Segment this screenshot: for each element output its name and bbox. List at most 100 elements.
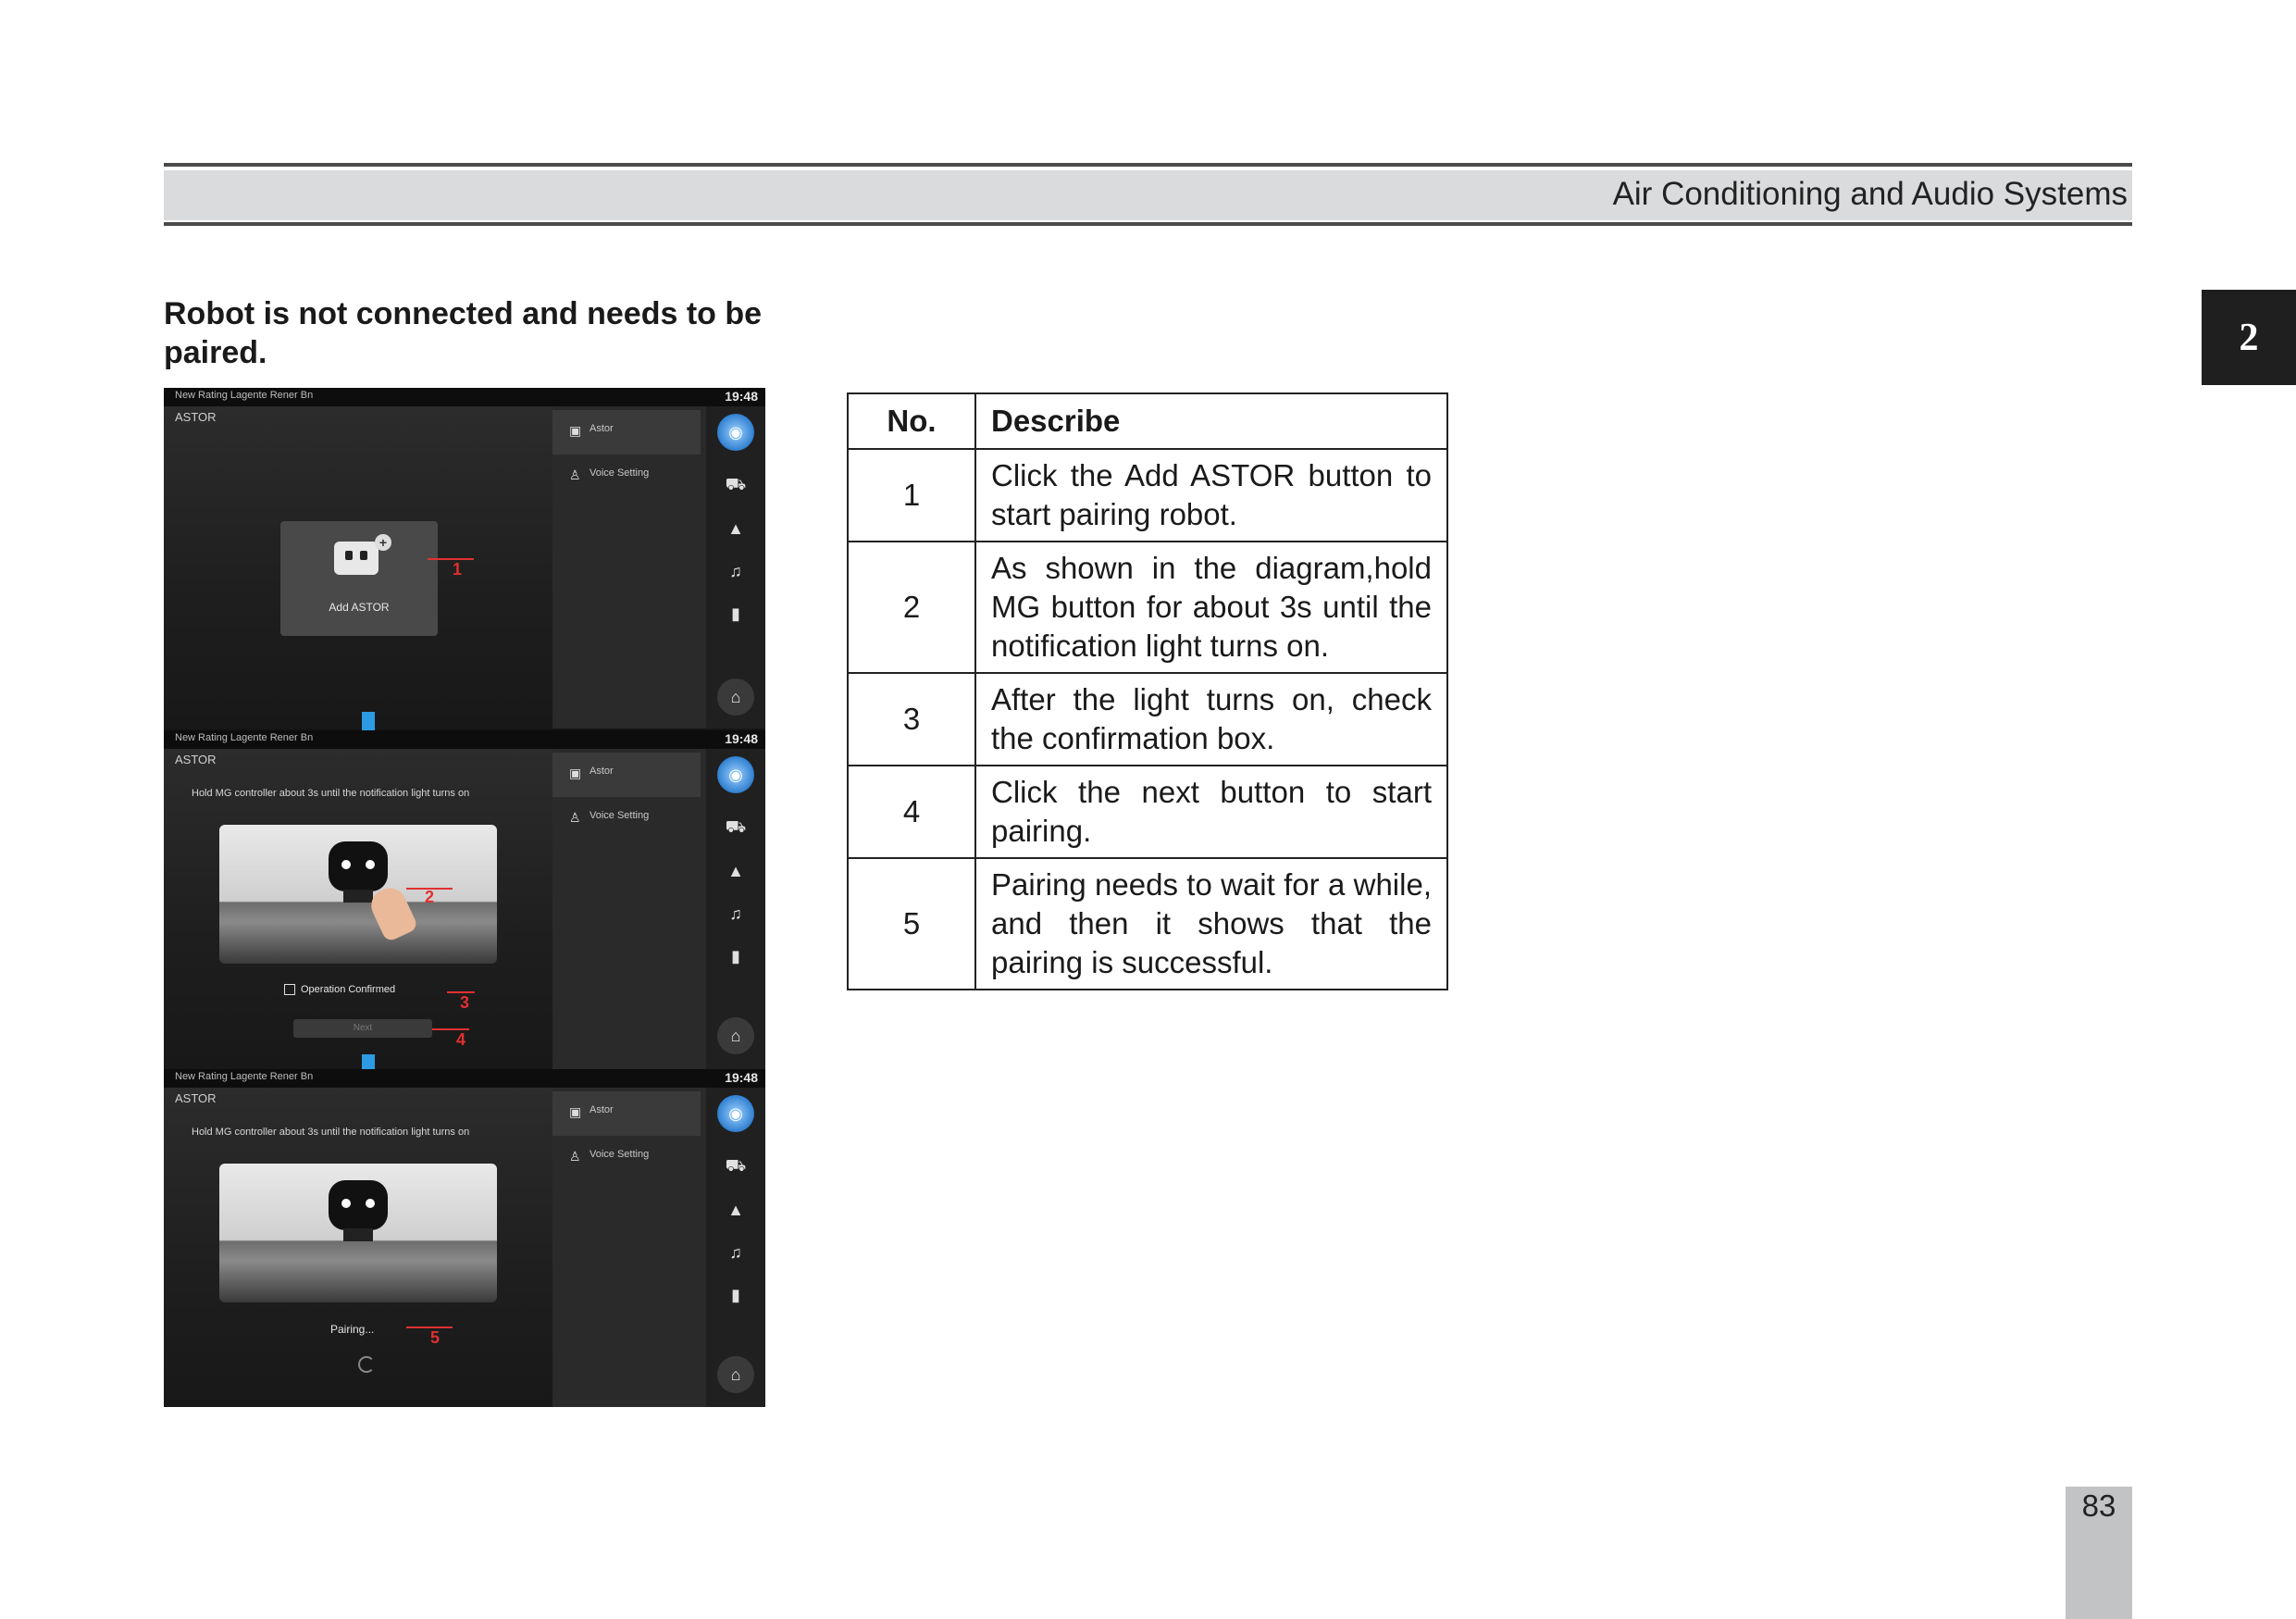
menu-item-voice-setting[interactable]: ♙ Voice Setting xyxy=(552,797,701,841)
status-text: New Rating Lagente Rener Bn xyxy=(175,732,314,743)
robot-image xyxy=(329,1180,388,1230)
column-header-no: No. xyxy=(847,392,976,450)
navigation-icon[interactable]: ▲ xyxy=(717,1191,754,1228)
menu-item-label: Voice Setting xyxy=(590,467,650,479)
table-row: 3 After the light turns on, check the co… xyxy=(847,672,1448,766)
step-description: Click the next button to start pairing. xyxy=(974,765,1448,859)
table-row: 1 Click the Add ASTOR button to start pa… xyxy=(847,448,1448,542)
next-button[interactable]: Next xyxy=(293,1019,432,1038)
table-row: 5 Pairing needs to wait for a while, and… xyxy=(847,857,1448,990)
car-icon[interactable]: ⛟ xyxy=(717,810,754,847)
menu-item-label: Astor xyxy=(590,766,614,777)
content-area: ASTOR Hold MG controller about 3s until … xyxy=(164,749,552,1069)
menu-item-label: Astor xyxy=(590,423,614,434)
instruction-text: Hold MG controller about 3s until the no… xyxy=(192,788,470,799)
music-icon[interactable]: ♫ xyxy=(717,553,754,590)
menu-item-astor[interactable]: ▣ Astor xyxy=(552,410,701,455)
robot-dashboard-image xyxy=(219,1164,497,1302)
instruction-text: Hold MG controller about 3s until the no… xyxy=(192,1127,470,1138)
home-icon[interactable]: ⌂ xyxy=(717,679,754,716)
status-text: New Rating Lagente Rener Bn xyxy=(175,390,314,401)
voice-icon: ♙ xyxy=(569,810,581,825)
dock-bar: ◉ ⛟ ▲ ♫ ▮ ⌂ xyxy=(706,749,765,1069)
checkbox-label: Operation Confirmed xyxy=(301,984,396,995)
header-rule-top xyxy=(164,163,2132,167)
voice-icon: ♙ xyxy=(569,1149,581,1164)
menu-item-voice-setting[interactable]: ♙ Voice Setting xyxy=(552,455,701,499)
operation-confirmed-checkbox[interactable]: Operation Confirmed xyxy=(284,984,396,996)
robot-icon: ▣ xyxy=(569,1104,582,1119)
status-bar: New Rating Lagente Rener Bn 19:48 xyxy=(164,1069,765,1088)
robot-icon[interactable]: ◉ xyxy=(717,1095,754,1132)
app-title: ASTOR xyxy=(175,410,217,424)
phone-icon[interactable]: ▮ xyxy=(717,938,754,975)
steps-table: No. Describe 1 Click the Add ASTOR butto… xyxy=(847,392,1448,990)
step-number: 2 xyxy=(847,541,976,674)
callout-line xyxy=(428,558,474,560)
screen-panel-pairing: New Rating Lagente Rener Bn 19:48 ASTOR … xyxy=(164,1069,765,1407)
menu-item-astor[interactable]: ▣ Astor xyxy=(552,753,701,797)
robot-image xyxy=(329,841,388,891)
music-icon[interactable]: ♫ xyxy=(717,1234,754,1271)
robot-icon xyxy=(334,542,379,575)
dock-bar: ◉ ⛟ ▲ ♫ ▮ ⌂ xyxy=(706,406,765,729)
app-title: ASTOR xyxy=(175,753,217,766)
menu-item-label: Astor xyxy=(590,1104,614,1115)
status-time: 19:48 xyxy=(725,389,758,404)
robot-icon[interactable]: ◉ xyxy=(717,414,754,451)
callout-number: 1 xyxy=(453,560,463,579)
table-row: 4 Click the next button to start pairing… xyxy=(847,765,1448,859)
phone-icon[interactable]: ▮ xyxy=(717,1277,754,1314)
screen-panel-add-astor: New Rating Lagente Rener Bn 19:48 ASTOR … xyxy=(164,388,765,729)
menu-item-label: Voice Setting xyxy=(590,1149,650,1160)
navigation-icon[interactable]: ▲ xyxy=(717,853,754,890)
column-header-describe: Describe xyxy=(974,392,1448,450)
add-astor-button[interactable]: + Add ASTOR xyxy=(280,521,438,636)
step-description: Pairing needs to wait for a while, and t… xyxy=(974,857,1448,990)
robot-icon[interactable]: ◉ xyxy=(717,756,754,793)
dock-bar: ◉ ⛟ ▲ ♫ ▮ ⌂ xyxy=(706,1088,765,1407)
page-number: 83 xyxy=(2081,1488,2116,1523)
add-astor-label: Add ASTOR xyxy=(329,601,390,614)
step-description: After the light turns on, check the conf… xyxy=(974,672,1448,766)
navigation-icon[interactable]: ▲ xyxy=(717,510,754,547)
music-icon[interactable]: ♫ xyxy=(717,895,754,932)
loading-spinner-icon xyxy=(358,1356,375,1373)
status-text: New Rating Lagente Rener Bn xyxy=(175,1071,314,1082)
callout-number: 5 xyxy=(430,1328,441,1347)
section-heading: Robot is not connected and needs to be p… xyxy=(164,296,763,370)
table-header-row: No. Describe xyxy=(847,392,1448,450)
home-icon[interactable]: ⌂ xyxy=(717,1356,754,1393)
checkbox-icon xyxy=(284,984,295,996)
voice-icon: ♙ xyxy=(569,467,581,482)
hand-icon xyxy=(366,882,419,943)
content-area: ASTOR + Add ASTOR 1 xyxy=(164,406,552,729)
callout-line xyxy=(406,1326,453,1328)
screen-panel-confirm: New Rating Lagente Rener Bn 19:48 ASTOR … xyxy=(164,730,765,1069)
pairing-status: Pairing... xyxy=(330,1323,375,1336)
status-time: 19:48 xyxy=(725,1070,758,1085)
status-bar: New Rating Lagente Rener Bn 19:48 xyxy=(164,388,765,406)
status-bar: New Rating Lagente Rener Bn 19:48 xyxy=(164,730,765,749)
table-row: 2 As shown in the diagram,hold MG button… xyxy=(847,541,1448,674)
plus-icon: + xyxy=(375,534,391,551)
menu-item-label: Voice Setting xyxy=(590,810,650,821)
step-number: 1 xyxy=(847,448,976,542)
step-number: 3 xyxy=(847,672,976,766)
chapter-title: Air Conditioning and Audio Systems xyxy=(1612,176,2128,212)
car-icon[interactable]: ⛟ xyxy=(717,467,754,504)
menu-item-astor[interactable]: ▣ Astor xyxy=(552,1091,701,1136)
robot-icon: ▣ xyxy=(569,423,582,438)
robot-dashboard-image xyxy=(219,825,497,964)
callout-number: 2 xyxy=(425,888,435,906)
step-description: As shown in the diagram,hold MG button f… xyxy=(974,541,1448,674)
home-icon[interactable]: ⌂ xyxy=(717,1017,754,1054)
phone-icon[interactable]: ▮ xyxy=(717,595,754,632)
menu-item-voice-setting[interactable]: ♙ Voice Setting xyxy=(552,1136,701,1180)
app-title: ASTOR xyxy=(175,1091,217,1105)
car-icon[interactable]: ⛟ xyxy=(717,1149,754,1186)
step-number: 5 xyxy=(847,857,976,990)
chapter-tab: 2 xyxy=(2202,290,2296,385)
callout-number: 3 xyxy=(460,993,470,1012)
step-description: Click the Add ASTOR button to start pair… xyxy=(974,448,1448,542)
